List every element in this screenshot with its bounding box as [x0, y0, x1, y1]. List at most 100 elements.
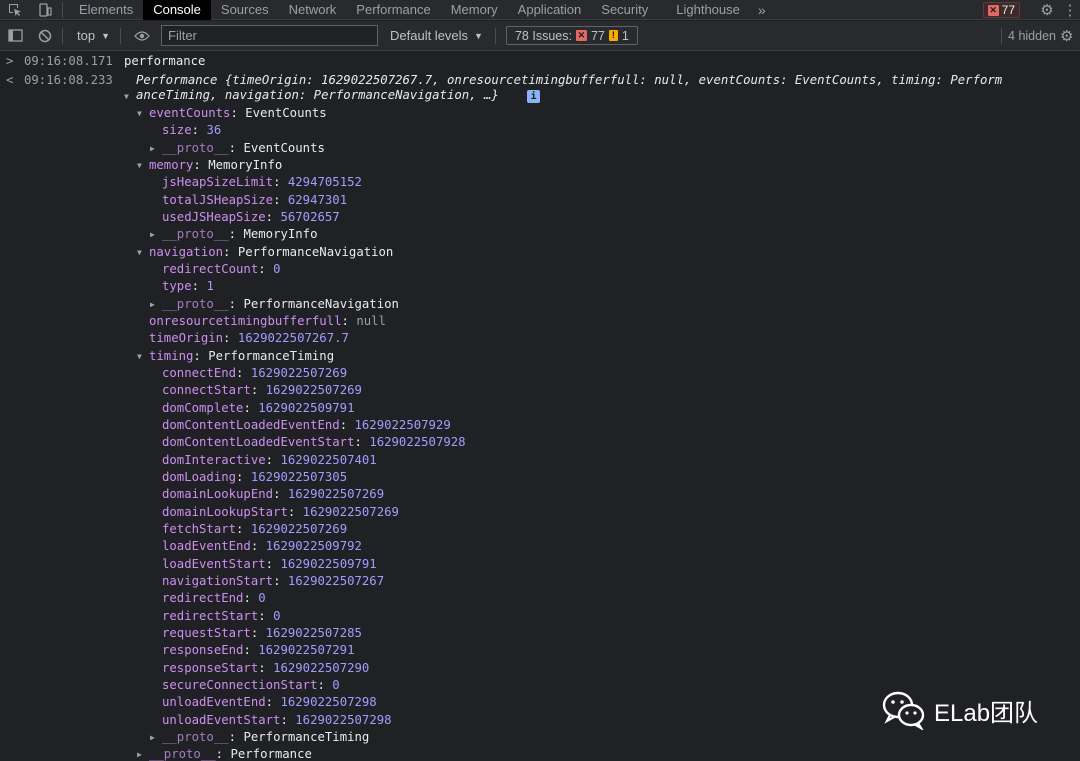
property-key: onresourcetimingbufferfull: [149, 313, 342, 328]
property-value: 62947301: [287, 192, 348, 207]
hidden-messages-count: 4 hidden: [1008, 29, 1056, 43]
console-output: > 09:16:08.171 performance < 09:16:08.23…: [0, 52, 1080, 761]
console-settings-gear-icon[interactable]: ⚙: [1060, 21, 1080, 51]
property-row: responseEnd: 1629022507291: [162, 643, 355, 658]
tab-console[interactable]: Console: [143, 0, 211, 20]
expanded-triangle-icon[interactable]: ▼: [124, 88, 129, 105]
expanded-triangle-icon[interactable]: ▼: [137, 105, 142, 122]
inspect-element-icon[interactable]: [0, 0, 30, 20]
property-row[interactable]: ▼ memory: MemoryInfo: [137, 157, 282, 174]
property-value: 0: [273, 608, 281, 623]
collapsed-triangle-icon[interactable]: ▶: [150, 729, 155, 746]
property-key: loadEventStart: [162, 556, 266, 571]
property-row: unloadEventEnd: 1629022507298: [162, 695, 377, 710]
property-row[interactable]: ▶ __proto__: MemoryInfo: [150, 226, 318, 243]
property-row: domainLookupStart: 1629022507269: [162, 504, 399, 519]
tab-security[interactable]: Security: [591, 0, 658, 20]
property-row[interactable]: ▶ __proto__: Performance: [137, 746, 312, 761]
log-levels-dropdown[interactable]: Default levels ▼: [380, 28, 493, 43]
property-row: unloadEventStart: 1629022507298: [162, 712, 392, 727]
tab-memory[interactable]: Memory: [441, 0, 508, 20]
toolbar-divider: [494, 27, 496, 44]
property-value: 1629022507305: [250, 469, 348, 484]
issues-error-count: 77: [590, 28, 605, 43]
property-row: redirectEnd: 0: [162, 591, 266, 606]
property-value: MemoryInfo: [243, 227, 318, 242]
collapsed-triangle-icon[interactable]: ▶: [137, 746, 142, 761]
object-summary-line1[interactable]: Performance {timeOrigin: 1629022507267.7…: [136, 73, 1002, 87]
property-row[interactable]: ▶ __proto__: PerformanceTiming: [150, 729, 370, 746]
property-key: domLoading: [162, 469, 237, 484]
tab-lighthouse[interactable]: Lighthouse: [658, 0, 750, 20]
more-tabs-icon[interactable]: »: [750, 2, 774, 18]
issues-label: 78 Issues:: [514, 28, 572, 43]
error-icon: ✕: [575, 30, 587, 41]
property-key: __proto__: [162, 729, 229, 744]
property-key: jsHeapSizeLimit: [162, 175, 274, 190]
collapsed-triangle-icon[interactable]: ▶: [150, 140, 155, 157]
tab-sources[interactable]: Sources: [211, 0, 279, 20]
property-value: 56702657: [280, 209, 340, 224]
tab-application[interactable]: Application: [508, 0, 592, 20]
property-value: 1629022507298: [295, 712, 392, 727]
collapsed-triangle-icon[interactable]: ▶: [150, 296, 155, 313]
property-key: unloadEventStart: [162, 712, 281, 727]
property-value: 1629022507291: [258, 643, 355, 658]
expanded-triangle-icon[interactable]: ▼: [137, 348, 142, 365]
settings-gear-icon[interactable]: ⚙: [1034, 1, 1060, 19]
property-key: __proto__: [162, 227, 229, 242]
property-key: fetchStart: [162, 521, 237, 536]
property-row[interactable]: ▼ timing: PerformanceTiming: [137, 348, 335, 365]
property-value: PerformanceTiming: [208, 348, 335, 363]
object-summary-line2[interactable]: anceTiming, navigation: PerformanceNavig…: [136, 88, 499, 102]
property-key: secureConnectionStart: [162, 677, 318, 692]
collapsed-triangle-icon[interactable]: ▶: [150, 226, 155, 243]
issues-button[interactable]: 78 Issues: ✕ 77 ! 1: [505, 26, 638, 45]
more-options-icon[interactable]: ⋮: [1060, 1, 1080, 19]
property-row[interactable]: ▶ __proto__: EventCounts: [150, 140, 325, 157]
live-expression-eye-icon[interactable]: [127, 21, 157, 51]
property-row: domContentLoadedEventStart: 162902250792…: [162, 435, 466, 450]
property-row: domLoading: 1629022507305: [162, 469, 348, 484]
property-value: 1629022507929: [354, 417, 451, 432]
property-value: PerformanceTiming: [243, 729, 370, 744]
property-row[interactable]: ▶ __proto__: PerformanceNavigation: [150, 296, 399, 313]
tab-performance[interactable]: Performance: [346, 0, 440, 20]
tab-elements[interactable]: Elements: [69, 0, 143, 20]
error-count: 77: [1001, 3, 1015, 17]
property-value: 1629022507269: [250, 521, 348, 536]
tab-network[interactable]: Network: [279, 0, 347, 20]
property-key: unloadEventEnd: [162, 695, 266, 710]
property-row: totalJSHeapSize: 62947301: [162, 192, 348, 207]
property-key: responseStart: [162, 660, 259, 675]
property-key: size: [162, 123, 192, 138]
property-row: requestStart: 1629022507285: [162, 625, 362, 640]
property-key: timeOrigin: [149, 331, 224, 346]
property-value: EventCounts: [245, 106, 327, 120]
property-key: memory: [149, 157, 194, 172]
property-key: timing: [149, 348, 194, 363]
filter-input[interactable]: Filter: [161, 25, 378, 46]
expanded-triangle-icon[interactable]: ▼: [137, 157, 142, 174]
property-value: 1629022507401: [280, 452, 377, 467]
property-key: requestStart: [162, 625, 251, 640]
property-row[interactable]: ▼ navigation: PerformanceNavigation: [137, 244, 393, 261]
property-value: 1629022507267: [287, 573, 385, 588]
property-value: 0: [258, 591, 266, 606]
property-key: domainLookupEnd: [162, 487, 274, 502]
filter-placeholder: Filter: [168, 28, 197, 43]
info-icon[interactable]: i: [527, 90, 540, 103]
sidebar-toggle-icon[interactable]: [0, 21, 30, 51]
device-toolbar-icon[interactable]: [30, 0, 60, 20]
property-key: __proto__: [149, 747, 216, 761]
timestamp: 09:16:08.171: [24, 54, 113, 68]
result-arrow-icon: <: [6, 73, 14, 87]
property-key: __proto__: [162, 296, 229, 311]
property-row[interactable]: ▼ eventCounts: EventCounts: [137, 105, 327, 122]
expanded-triangle-icon[interactable]: ▼: [137, 244, 142, 261]
dropdown-caret-icon: ▼: [474, 30, 483, 41]
property-row: type: 1: [162, 279, 214, 294]
context-selector[interactable]: top ▼: [69, 21, 118, 51]
error-count-badge[interactable]: ✕ 77: [982, 2, 1020, 18]
clear-console-icon[interactable]: [30, 21, 60, 51]
